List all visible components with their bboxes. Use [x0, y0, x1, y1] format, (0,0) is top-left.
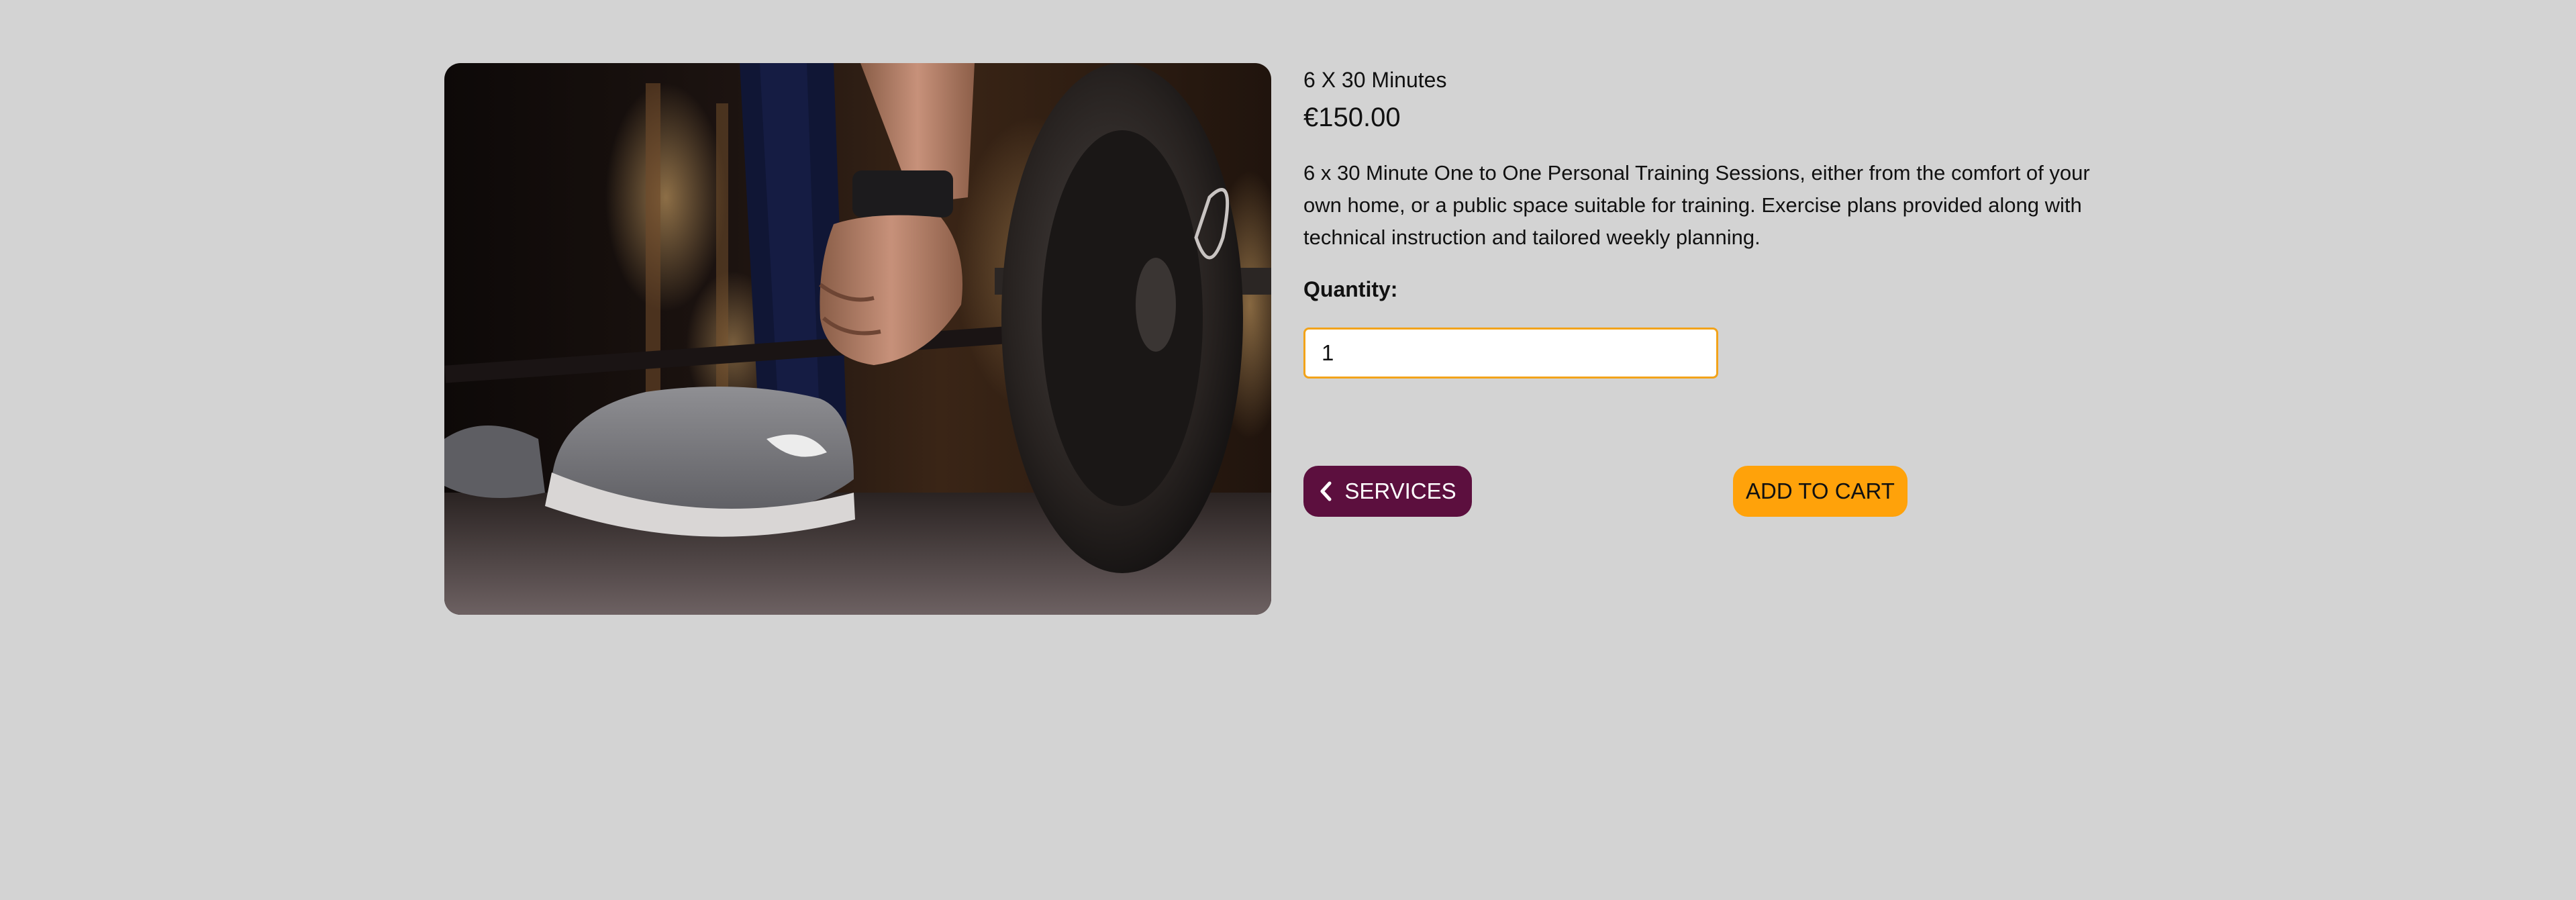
chevron-left-icon — [1319, 481, 1334, 501]
product-card: 6 X 30 Minutes €150.00 6 x 30 Minute One… — [444, 63, 2122, 615]
product-image — [444, 63, 1271, 615]
quantity-label: Quantity: — [1303, 277, 1398, 301]
product-price: €150.00 — [1303, 103, 1401, 132]
add-to-cart-button[interactable]: ADD TO CART — [1733, 466, 1908, 517]
services-button[interactable]: SERVICES — [1303, 466, 1472, 517]
quantity-input[interactable] — [1303, 328, 1718, 379]
gym-barbell-photo — [444, 63, 1271, 615]
product-description: 6 x 30 Minute One to One Personal Traini… — [1303, 161, 2090, 249]
product-name: 6 X 30 Minutes — [1303, 68, 1447, 92]
services-button-label: SERVICES — [1344, 479, 1456, 503]
